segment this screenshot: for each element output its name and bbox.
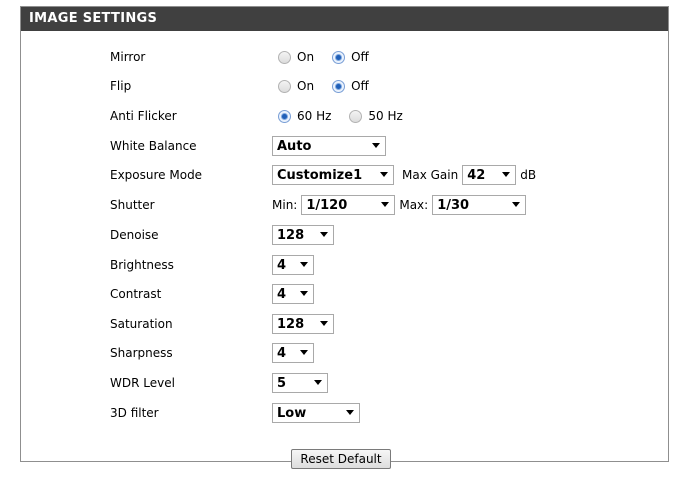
denoise-value: 128 <box>277 227 305 243</box>
sharpness-select[interactable]: 4 <box>272 343 314 363</box>
wdr-level-label: WDR Level <box>110 376 175 390</box>
flicker-60hz-radio[interactable] <box>278 109 291 123</box>
exposure-mode-value: Customize1 <box>277 167 363 183</box>
max-gain-select[interactable]: 42 <box>462 165 517 185</box>
sharpness-value: 4 <box>277 345 287 361</box>
saturation-select[interactable]: 128 <box>272 314 334 334</box>
shutter-max-label: Max: <box>399 198 429 212</box>
flip-off-radio[interactable] <box>332 79 346 93</box>
white-balance-select[interactable]: Auto <box>272 136 386 156</box>
chevron-down-icon <box>300 350 308 355</box>
shutter-min-label: Min: <box>272 198 298 212</box>
mirror-label: Mirror <box>110 50 146 64</box>
3d-filter-value: Low <box>277 405 307 421</box>
chevron-down-icon <box>502 172 511 177</box>
saturation-row: Saturation 128 <box>0 312 689 336</box>
anti-flicker-row: Anti Flicker 60 Hz 50 Hz <box>0 104 689 128</box>
3d-filter-row: 3D filter Low <box>0 401 689 425</box>
mirror-off-radio[interactable] <box>332 50 346 64</box>
chevron-down-icon <box>320 232 328 237</box>
brightness-value: 4 <box>277 257 287 273</box>
chevron-down-icon <box>380 172 388 177</box>
anti-flicker-label: Anti Flicker <box>110 109 177 123</box>
wdr-level-row: WDR Level 5 <box>0 371 689 395</box>
exposure-mode-label: Exposure Mode <box>110 168 203 182</box>
mirror-on-label: On <box>297 50 315 64</box>
flicker-60hz-label: 60 Hz <box>297 109 332 123</box>
saturation-label: Saturation <box>110 317 173 331</box>
reset-default-button[interactable]: Reset Default <box>291 449 391 469</box>
flip-on-label: On <box>297 79 315 93</box>
exposure-mode-row: Exposure Mode Customize1 Max Gain 42 dB <box>0 163 689 187</box>
chevron-down-icon <box>372 143 380 148</box>
chevron-down-icon <box>314 380 322 385</box>
flicker-50hz-label: 50 Hz <box>368 109 403 123</box>
contrast-value: 4 <box>277 286 287 302</box>
contrast-label: Contrast <box>110 287 162 301</box>
max-gain-label: Max Gain <box>402 168 459 182</box>
mirror-on-radio[interactable] <box>278 50 291 64</box>
shutter-row: Shutter Min: 1/120 Max: 1/30 <box>0 193 689 217</box>
brightness-row: Brightness 4 <box>0 253 689 277</box>
flicker-50hz-radio[interactable] <box>349 109 363 123</box>
chevron-down-icon <box>320 321 328 326</box>
chevron-down-icon <box>381 202 390 207</box>
max-gain-value: 42 <box>467 167 486 183</box>
white-balance-value: Auto <box>277 138 312 154</box>
shutter-min-value: 1/120 <box>306 197 348 213</box>
flip-label: Flip <box>110 79 132 93</box>
white-balance-label: White Balance <box>110 139 197 153</box>
mirror-off-label: Off <box>351 50 369 64</box>
mirror-row: Mirror On Off <box>0 45 689 69</box>
chevron-down-icon <box>300 291 308 296</box>
shutter-min-select[interactable]: 1/120 <box>301 195 396 215</box>
max-gain-unit: dB <box>520 168 537 182</box>
denoise-select[interactable]: 128 <box>272 225 334 245</box>
flip-on-radio[interactable] <box>278 79 291 93</box>
brightness-label: Brightness <box>110 258 174 272</box>
brightness-select[interactable]: 4 <box>272 255 314 275</box>
contrast-select[interactable]: 4 <box>272 284 314 304</box>
chevron-down-icon <box>346 410 354 415</box>
white-balance-row: White Balance Auto <box>0 134 689 158</box>
chevron-down-icon <box>512 202 521 207</box>
contrast-row: Contrast 4 <box>0 282 689 306</box>
flip-off-label: Off <box>351 79 369 93</box>
shutter-label: Shutter <box>110 198 155 212</box>
shutter-max-value: 1/30 <box>437 197 470 213</box>
denoise-label: Denoise <box>110 228 159 242</box>
chevron-down-icon <box>300 262 308 267</box>
panel-title: IMAGE SETTINGS <box>21 7 668 31</box>
exposure-mode-select[interactable]: Customize1 <box>272 165 394 185</box>
wdr-level-select[interactable]: 5 <box>272 373 328 393</box>
wdr-level-value: 5 <box>277 375 287 391</box>
saturation-value: 128 <box>277 316 305 332</box>
3d-filter-label: 3D filter <box>110 406 159 420</box>
shutter-max-select[interactable]: 1/30 <box>432 195 527 215</box>
sharpness-row: Sharpness 4 <box>0 341 689 365</box>
flip-row: Flip On Off <box>0 74 689 98</box>
sharpness-label: Sharpness <box>110 346 173 360</box>
3d-filter-select[interactable]: Low <box>272 403 360 423</box>
denoise-row: Denoise 128 <box>0 223 689 247</box>
